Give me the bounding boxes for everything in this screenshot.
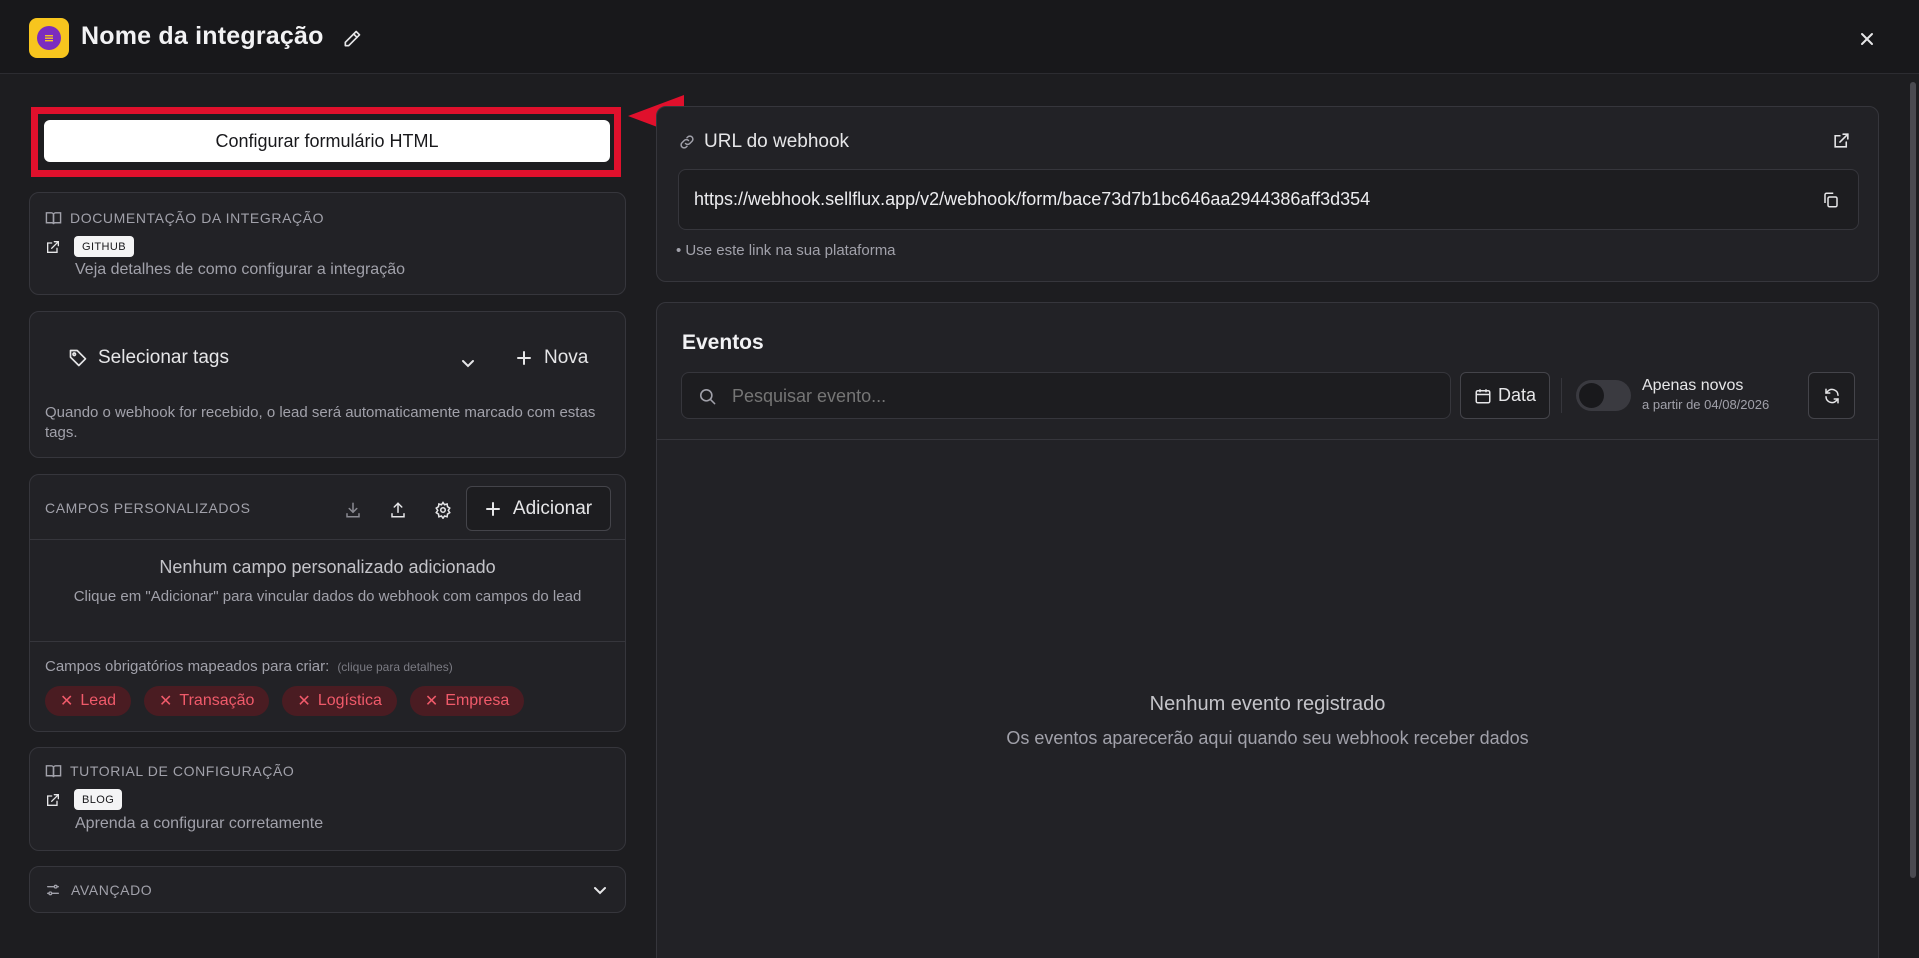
add-field-button[interactable]: Adicionar — [466, 486, 611, 531]
advanced-section[interactable]: AVANÇADO — [29, 866, 626, 913]
x-icon: ✕ — [159, 693, 173, 710]
refresh-button[interactable] — [1808, 372, 1855, 419]
external-link-icon[interactable] — [45, 792, 61, 808]
date-filter-button[interactable]: Data — [1460, 372, 1550, 419]
required-fields-label: Campos obrigatórios mapeados para criar: — [45, 658, 330, 675]
edit-title-button[interactable] — [338, 25, 366, 53]
tutorial-description: Aprenda a configurar corretamente — [75, 815, 324, 832]
x-icon: ✕ — [297, 693, 311, 710]
tutorial-card: TUTORIAL DE CONFIGURAÇÃO BLOG Aprenda a … — [29, 747, 626, 851]
app-logo — [29, 18, 69, 58]
empty-events-title: Nenhum evento registrado — [1149, 693, 1386, 715]
x-icon: ✕ — [424, 693, 439, 710]
empty-fields-text: Clique em "Adicionar" para vincular dado… — [73, 588, 582, 605]
events-card: Eventos Data Apenas novos a partir de 04… — [656, 302, 1879, 958]
refresh-icon — [1824, 388, 1839, 403]
webhook-card: URL do webhook https://webhook.sellflux.… — [656, 106, 1879, 282]
new-tag-button[interactable]: Nova — [516, 347, 588, 369]
divider — [30, 641, 625, 642]
only-new-toggle[interactable] — [1576, 380, 1631, 411]
copy-icon — [1824, 192, 1838, 208]
book-icon — [45, 211, 62, 224]
divider — [657, 439, 1878, 440]
required-field-pill[interactable]: ✕ Transação — [144, 686, 270, 716]
search-icon — [699, 388, 716, 405]
book-icon — [45, 764, 62, 777]
close-button[interactable] — [1852, 24, 1882, 54]
external-link-icon[interactable] — [45, 239, 61, 255]
tutorial-heading: TUTORIAL DE CONFIGURAÇÃO — [70, 763, 295, 779]
webhook-url[interactable]: https://webhook.sellflux.app/v2/webhook/… — [694, 189, 1370, 210]
tag-select-label: Selecionar tags — [98, 347, 229, 368]
custom-fields-card: CAMPOS PERSONALIZADOS Adicionar Nenhum c… — [29, 474, 626, 732]
webhook-title: URL do webhook — [704, 131, 850, 152]
events-title: Eventos — [682, 331, 764, 354]
toggle-knob — [1579, 383, 1604, 408]
dialog-header: Nome da integração — [0, 0, 1919, 74]
empty-fields-title: Nenhum campo personalizado adicionado — [159, 557, 496, 577]
plus-icon — [517, 351, 531, 365]
chevron-down-icon[interactable] — [460, 355, 476, 371]
scrollbar[interactable] — [1910, 82, 1916, 878]
tags-card: Selecionar tags Nova Quando o webhook fo… — [29, 311, 626, 458]
blog-badge[interactable]: BLOG — [74, 789, 123, 810]
x-icon: ✕ — [60, 693, 74, 710]
calendar-icon — [1475, 388, 1491, 403]
required-field-pill[interactable]: ✕ Logística — [282, 686, 397, 716]
link-icon — [680, 135, 694, 149]
tag-select[interactable]: Selecionar tags — [68, 347, 229, 369]
empty-events-text: Os eventos aparecerão aqui quando seu we… — [1006, 728, 1529, 748]
only-new-label: Apenas novos — [1642, 377, 1744, 394]
custom-fields-heading: CAMPOS PERSONALIZADOS — [45, 500, 251, 516]
configure-html-form-button[interactable]: Configurar formulário HTML — [44, 120, 610, 162]
date-filter-label: Data — [1497, 385, 1537, 405]
sliders-icon — [47, 884, 59, 896]
page-title: Nome da integração — [81, 22, 324, 50]
close-icon — [1861, 33, 1873, 45]
docs-heading: DOCUMENTAÇÃO DA INTEGRAÇÃO — [70, 210, 325, 226]
webhook-url-field[interactable]: https://webhook.sellflux.app/v2/webhook/… — [678, 169, 1859, 230]
copy-url-button[interactable] — [1817, 186, 1845, 214]
download-icon — [346, 502, 360, 518]
event-search-field[interactable] — [681, 372, 1451, 419]
webhook-hint: • Use este link na sua plataforma — [676, 242, 896, 259]
advanced-label: AVANÇADO — [71, 882, 153, 898]
event-search-input[interactable] — [732, 383, 1432, 409]
divider — [1561, 378, 1562, 413]
download-button[interactable] — [335, 492, 371, 528]
required-field-pill[interactable]: ✕ Empresa — [409, 686, 525, 716]
tag-icon — [69, 349, 87, 367]
required-fields-info[interactable]: Campos obrigatórios mapeados para criar:… — [45, 658, 453, 675]
external-link-icon[interactable] — [1832, 131, 1851, 150]
new-tag-label: Nova — [544, 347, 589, 368]
required-field-pill[interactable]: ✕ Lead — [45, 686, 131, 716]
pencil-icon — [344, 30, 361, 47]
upload-button[interactable] — [380, 492, 416, 528]
docs-card: DOCUMENTAÇÃO DA INTEGRAÇÃO GITHUB Veja d… — [29, 192, 626, 295]
required-fields-hint: (clique para detalhes) — [337, 659, 453, 674]
docs-description: Veja detalhes de como configurar a integ… — [75, 261, 405, 278]
required-fields-list: ✕ Lead ✕ Transação ✕ Logística ✕ Empresa — [45, 686, 537, 716]
chevron-down-icon — [594, 887, 606, 895]
tags-help-text: Quando o webhook for recebido, o lead se… — [45, 404, 596, 441]
form-icon — [37, 26, 61, 50]
divider — [30, 539, 625, 540]
gear-icon — [435, 501, 451, 519]
upload-icon — [391, 502, 405, 518]
github-badge[interactable]: GITHUB — [74, 236, 134, 257]
plus-icon — [485, 501, 500, 516]
add-field-label: Adicionar — [512, 497, 593, 519]
settings-button[interactable] — [425, 492, 461, 528]
only-new-since: a partir de 04/08/2026 — [1642, 397, 1770, 412]
